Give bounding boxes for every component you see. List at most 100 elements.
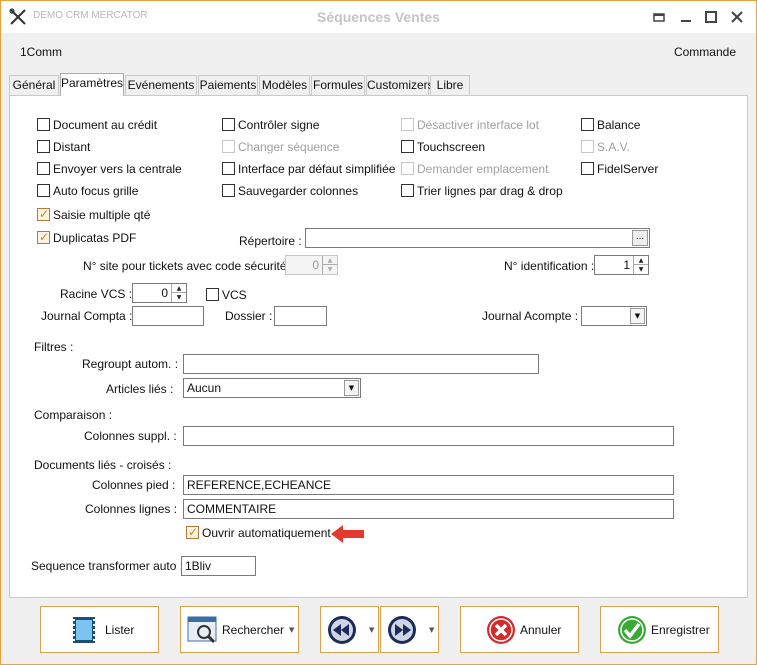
- checkbox-label: S.A.V.: [597, 140, 630, 154]
- close-icon[interactable]: [730, 10, 744, 24]
- racine-vcs-value: 0: [161, 286, 168, 300]
- checkbox-box: [222, 140, 235, 153]
- checkbox-label: Saisie multiple qté: [53, 208, 151, 222]
- lister-label: Lister: [105, 623, 135, 637]
- journal-compta-input[interactable]: [132, 306, 204, 326]
- sequence-code: 1Comm: [20, 45, 63, 59]
- identification-stepper[interactable]: 1 ▲ ▼: [594, 255, 649, 275]
- filtres-heading: Filtres :: [34, 340, 74, 354]
- comparaison-heading: Comparaison :: [34, 408, 113, 422]
- checkbox-label: VCS: [222, 288, 247, 302]
- stepper-down-icon: ▼: [327, 266, 333, 273]
- colonnes-lignes-label: Colonnes lignes :: [85, 502, 178, 516]
- annuler-button[interactable]: Annuler: [460, 606, 579, 653]
- checkbox-label: Auto focus grille: [53, 184, 139, 198]
- dropdown-caret-icon[interactable]: ▼: [289, 626, 294, 634]
- checkbox-box[interactable]: [222, 184, 235, 197]
- colonnes-pied-input[interactable]: REFERENCE,ECHEANCE: [183, 475, 674, 495]
- next-button[interactable]: ▼: [380, 606, 439, 653]
- articles-lies-value: Aucun: [187, 381, 222, 395]
- minimize-icon[interactable]: [679, 10, 693, 24]
- rechercher-label: Rechercher: [222, 623, 285, 637]
- tab-libre[interactable]: Libre: [430, 75, 470, 95]
- sequence-type: Commande: [673, 45, 736, 59]
- enregistrer-label: Enregistrer: [651, 623, 710, 637]
- regroupt-input[interactable]: [183, 354, 539, 374]
- dossier-input[interactable]: [274, 306, 327, 326]
- maximize-icon[interactable]: [704, 10, 718, 24]
- tab-customizers[interactable]: Customizers: [366, 75, 434, 95]
- browse-button[interactable]: ...: [632, 230, 648, 246]
- tab-evenements[interactable]: Evénements: [125, 75, 197, 95]
- checkbox-label: Changer séquence: [238, 140, 340, 154]
- articles-lies-select[interactable]: Aucun ▼: [183, 378, 361, 398]
- repertoire-input[interactable]: ...: [305, 228, 650, 248]
- checkbox-box[interactable]: [401, 184, 414, 197]
- site-label: N° site pour tickets avec code sécurité …: [83, 259, 294, 273]
- racine-vcs-label: Racine VCS :: [60, 287, 133, 301]
- stepper-down-icon[interactable]: ▼: [172, 293, 186, 302]
- sequence-transformer-value: 1Bliv: [185, 559, 212, 573]
- checkbox-box[interactable]: [581, 118, 594, 131]
- chevron-down-icon[interactable]: ▼: [630, 308, 645, 324]
- identification-value: 1: [623, 258, 630, 272]
- sequence-transformer-input[interactable]: 1Bliv: [181, 556, 256, 576]
- stepper-up-icon[interactable]: ▲: [172, 284, 186, 293]
- checkbox-box[interactable]: [37, 118, 50, 131]
- tab-general[interactable]: Général: [9, 75, 59, 95]
- checkbox-label: Document au crédit: [53, 118, 158, 132]
- colonnes-lignes-input[interactable]: COMMENTAIRE: [183, 499, 674, 519]
- enregistrer-button[interactable]: Enregistrer: [600, 606, 719, 653]
- tab-parametres[interactable]: Paramètres: [60, 73, 124, 96]
- site-value: 0: [312, 258, 319, 272]
- minimize-to-bar-icon[interactable]: [652, 10, 666, 24]
- stepper-up-icon[interactable]: ▲: [634, 256, 648, 265]
- checkbox-label: Trier lignes par drag & drop: [417, 184, 563, 198]
- title-bar: DEMO CRM MERCATOR Séquences Ventes: [1, 1, 756, 33]
- chevron-down-icon[interactable]: ▼: [344, 380, 359, 396]
- dropdown-caret-icon[interactable]: ▼: [429, 626, 434, 634]
- checkbox-label: Distant: [53, 140, 91, 154]
- stepper-up-icon: ▲: [323, 256, 337, 265]
- search-window-icon: [187, 616, 217, 644]
- sequence-transformer-label: Sequence transformer auto :: [31, 559, 184, 573]
- checkbox-label: Duplicatas PDF: [53, 231, 137, 245]
- colonnes-suppl-input[interactable]: [183, 426, 674, 446]
- articles-lies-label: Articles liés :: [106, 382, 174, 396]
- tab-formules[interactable]: Formules: [311, 75, 365, 95]
- lister-button[interactable]: Lister: [40, 606, 159, 653]
- checkbox-label: Contrôler signe: [238, 118, 320, 132]
- checkbox-box[interactable]: [222, 118, 235, 131]
- colonnes-pied-label: Colonnes pied :: [92, 478, 176, 492]
- tab-modeles[interactable]: Modèles: [259, 75, 310, 95]
- checkbox-box[interactable]: [37, 207, 50, 221]
- rechercher-button[interactable]: Rechercher ▼: [180, 606, 299, 653]
- tab-paiements[interactable]: Paiements: [198, 75, 258, 95]
- checkbox-box[interactable]: [37, 140, 50, 153]
- journal-acompte-select[interactable]: ▼: [581, 306, 647, 326]
- checkbox-box: [401, 118, 414, 131]
- checkbox-label: Demander emplacement: [417, 162, 549, 176]
- dossier-label: Dossier :: [225, 309, 273, 323]
- checkbox-box[interactable]: [37, 162, 50, 175]
- checkbox-label: Désactiver interface lot: [417, 118, 540, 132]
- identification-label: N° identification :: [504, 259, 595, 273]
- checkbox-box[interactable]: [206, 288, 219, 301]
- racine-vcs-stepper[interactable]: 0 ▲ ▼: [132, 283, 187, 303]
- colonnes-suppl-label: Colonnes suppl. :: [84, 429, 177, 443]
- stepper-down-icon[interactable]: ▼: [634, 265, 648, 274]
- checkbox-label: Touchscreen: [417, 140, 486, 154]
- repertoire-label: Répertoire :: [239, 234, 302, 248]
- checkbox-box[interactable]: [401, 140, 414, 153]
- checkbox-label: FidelServer: [597, 162, 659, 176]
- checkbox-box[interactable]: [222, 162, 235, 175]
- checkbox-box[interactable]: [37, 184, 50, 197]
- checkbox-box[interactable]: [581, 162, 594, 175]
- fast-forward-icon: [388, 616, 416, 644]
- checkbox-box[interactable]: [37, 230, 50, 244]
- application-window: DEMO CRM MERCATOR Séquences Ventes 1Comm…: [0, 0, 757, 665]
- checkbox-box[interactable]: [186, 525, 199, 539]
- window-title: Séquences Ventes: [317, 9, 440, 25]
- previous-button[interactable]: ▼: [320, 606, 379, 653]
- dropdown-caret-icon[interactable]: ▼: [369, 626, 374, 634]
